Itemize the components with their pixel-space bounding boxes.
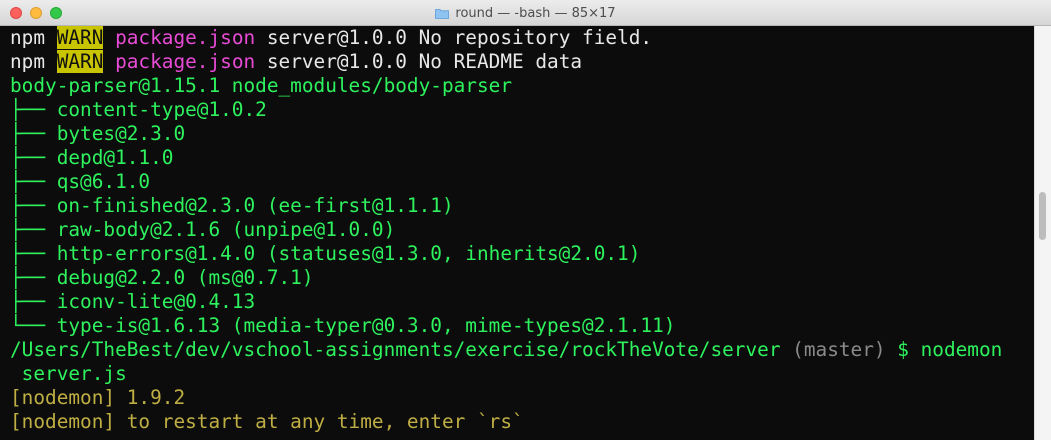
nodemon-version-line: [nodemon] 1.9.2	[10, 386, 186, 409]
scrollbar-thumb[interactable]	[1039, 192, 1046, 240]
git-branch: (master)	[780, 338, 886, 361]
window-title-group: round — -bash — 85×17	[0, 0, 1051, 26]
prompt-symbol: $	[885, 338, 921, 361]
warn-file: package.json	[103, 50, 256, 73]
command-continuation: server.js	[10, 362, 127, 385]
dependency-line: ├── iconv-lite@0.4.13	[10, 290, 256, 313]
prompt-line: /Users/TheBest/dev/vschool-assignments/e…	[10, 338, 1002, 362]
npm-prefix: npm	[10, 26, 57, 49]
nodemon-hint-line: [nodemon] to restart at any time, enter …	[10, 410, 524, 433]
window-title: round — -bash — 85×17	[455, 5, 616, 21]
dependency-line: └── type-is@1.6.13 (media-typer@0.3.0, m…	[10, 314, 676, 337]
dependency-line: ├── debug@2.2.0 (ms@0.7.1)	[10, 266, 314, 289]
title-bar[interactable]: round — -bash — 85×17	[0, 0, 1051, 26]
dependency-line: ├── http-errors@1.4.0 (statuses@1.3.0, i…	[10, 242, 641, 265]
warn-message: server@1.0.0 No repository field.	[255, 26, 653, 49]
dependency-line: ├── on-finished@2.3.0 (ee-first@1.1.1)	[10, 194, 454, 217]
vertical-scrollbar[interactable]	[1034, 26, 1051, 440]
dependency-line: ├── raw-body@2.1.6 (unpipe@1.0.0)	[10, 218, 396, 241]
prompt-path: /Users/TheBest/dev/vschool-assignments/e…	[10, 338, 781, 361]
dependency-line: ├── depd@1.1.0	[10, 146, 174, 169]
dependency-line: ├── content-type@1.0.2	[10, 98, 267, 121]
dependency-line: ├── bytes@2.3.0	[10, 122, 186, 145]
package-line: body-parser@1.15.1 node_modules/body-par…	[10, 74, 512, 97]
warn-file: package.json	[103, 26, 256, 49]
folder-icon	[435, 8, 450, 19]
dependency-line: ├── qs@6.1.0	[10, 170, 151, 193]
npm-prefix: npm	[10, 50, 57, 73]
terminal-output[interactable]: npm WARN package.json server@1.0.0 No re…	[0, 26, 1034, 440]
warn-tag: WARN	[56, 50, 104, 73]
warn-line-1: npm WARN package.json server@1.0.0 No re…	[10, 26, 652, 50]
warn-line-2: npm WARN package.json server@1.0.0 No RE…	[10, 50, 582, 74]
warn-tag: WARN	[56, 26, 104, 49]
terminal-window: round — -bash — 85×17 npm WARN package.j…	[0, 0, 1051, 440]
warn-message: server@1.0.0 No README data	[255, 50, 583, 73]
command-text: nodemon	[920, 338, 1003, 361]
